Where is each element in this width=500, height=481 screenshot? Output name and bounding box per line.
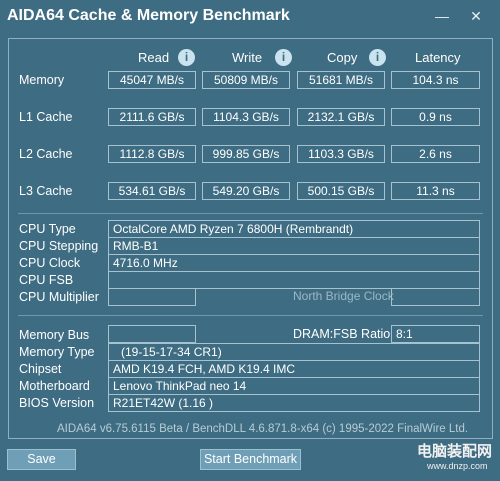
cpu-type-label: CPU Type xyxy=(19,222,76,236)
write-info-icon[interactable]: i xyxy=(275,49,292,66)
row-label-l2-cache: L2 Cache xyxy=(19,147,73,161)
window-title: AIDA64 Cache & Memory Benchmark xyxy=(7,7,290,24)
cpu-multiplier-value xyxy=(108,288,196,306)
memory-bus-value xyxy=(108,325,196,343)
title-bar[interactable]: AIDA64 Cache & Memory Benchmark — ✕ xyxy=(0,0,500,36)
separator-line xyxy=(18,213,483,214)
column-header-copy: Copy xyxy=(327,50,358,65)
dram-fsb-ratio-value: 8:1 xyxy=(391,325,480,343)
memory-type-label: Memory Type xyxy=(19,345,95,359)
l1-read-value: 2111.6 GB/s xyxy=(108,108,196,126)
memory-read-value: 45047 MB/s xyxy=(108,71,196,89)
benchmark-window: AIDA64 Cache & Memory Benchmark — ✕ Read… xyxy=(0,0,500,481)
l1-latency-value: 0.9 ns xyxy=(391,108,480,126)
motherboard-value: Lenovo ThinkPad neo 14 xyxy=(108,377,480,395)
bios-version-label: BIOS Version xyxy=(19,396,95,410)
row-label-l3-cache: L3 Cache xyxy=(19,184,73,198)
watermark-text: 电脑装配网 xyxy=(417,442,493,460)
column-header-read: Read xyxy=(138,50,170,65)
save-button[interactable]: Save xyxy=(7,449,76,470)
read-info-icon[interactable]: i xyxy=(178,49,195,66)
l1-copy-value: 2132.1 GB/s xyxy=(297,108,385,126)
l1-write-value: 1104.3 GB/s xyxy=(202,108,290,126)
column-header-write: Write xyxy=(232,50,263,65)
column-header-latency: Latency xyxy=(415,50,461,65)
cpu-stepping-label: CPU Stepping xyxy=(19,239,99,253)
watermark-url: www.dnzp.com xyxy=(427,461,488,471)
chipset-label: Chipset xyxy=(19,362,62,376)
dram-fsb-ratio-label: DRAM:FSB Ratio xyxy=(293,327,391,341)
l2-write-value: 999.85 GB/s xyxy=(202,145,290,163)
memory-bus-label: Memory Bus xyxy=(19,328,90,342)
l3-copy-value: 500.15 GB/s xyxy=(297,182,385,200)
cpu-type-value: OctalCore AMD Ryzen 7 6800H (Rembrandt) xyxy=(108,220,480,238)
cpu-fsb-label: CPU FSB xyxy=(19,273,74,287)
bios-version-value: R21ET42W (1.16 ) xyxy=(108,394,480,412)
separator-line xyxy=(18,315,483,316)
memory-copy-value: 51681 MB/s xyxy=(297,71,385,89)
north-bridge-clock-value xyxy=(391,288,480,306)
cpu-clock-value: 4716.0 MHz xyxy=(108,254,480,272)
copy-info-icon[interactable]: i xyxy=(369,49,386,66)
memory-write-value: 50809 MB/s xyxy=(202,71,290,89)
cpu-multiplier-label: CPU Multiplier xyxy=(19,290,99,304)
l2-copy-value: 1103.3 GB/s xyxy=(297,145,385,163)
motherboard-label: Motherboard xyxy=(19,379,90,393)
chipset-value: AMD K19.4 FCH, AMD K19.4 IMC xyxy=(108,360,480,378)
start-benchmark-button[interactable]: Start Benchmark xyxy=(200,449,301,470)
l2-latency-value: 2.6 ns xyxy=(391,145,480,163)
minimize-icon[interactable]: — xyxy=(431,6,453,26)
l3-read-value: 534.61 GB/s xyxy=(108,182,196,200)
memory-type-value: (19-15-17-34 CR1) xyxy=(108,343,480,361)
cpu-fsb-value xyxy=(108,271,480,289)
l3-write-value: 549.20 GB/s xyxy=(202,182,290,200)
cpu-stepping-value: RMB-B1 xyxy=(108,237,480,255)
close-icon[interactable]: ✕ xyxy=(465,6,487,26)
memory-latency-value: 104.3 ns xyxy=(391,71,480,89)
l2-read-value: 1112.8 GB/s xyxy=(108,145,196,163)
row-label-memory: Memory xyxy=(19,73,65,87)
north-bridge-clock-label: North Bridge Clock xyxy=(293,289,394,303)
row-label-l1-cache: L1 Cache xyxy=(19,110,73,124)
l3-latency-value: 11.3 ns xyxy=(391,182,480,200)
watermark-logo: 电脑装配网 www.dnzp.com xyxy=(417,440,497,478)
cpu-clock-label: CPU Clock xyxy=(19,256,81,270)
version-footer: AIDA64 v6.75.6115 Beta / BenchDLL 4.6.87… xyxy=(57,423,469,435)
